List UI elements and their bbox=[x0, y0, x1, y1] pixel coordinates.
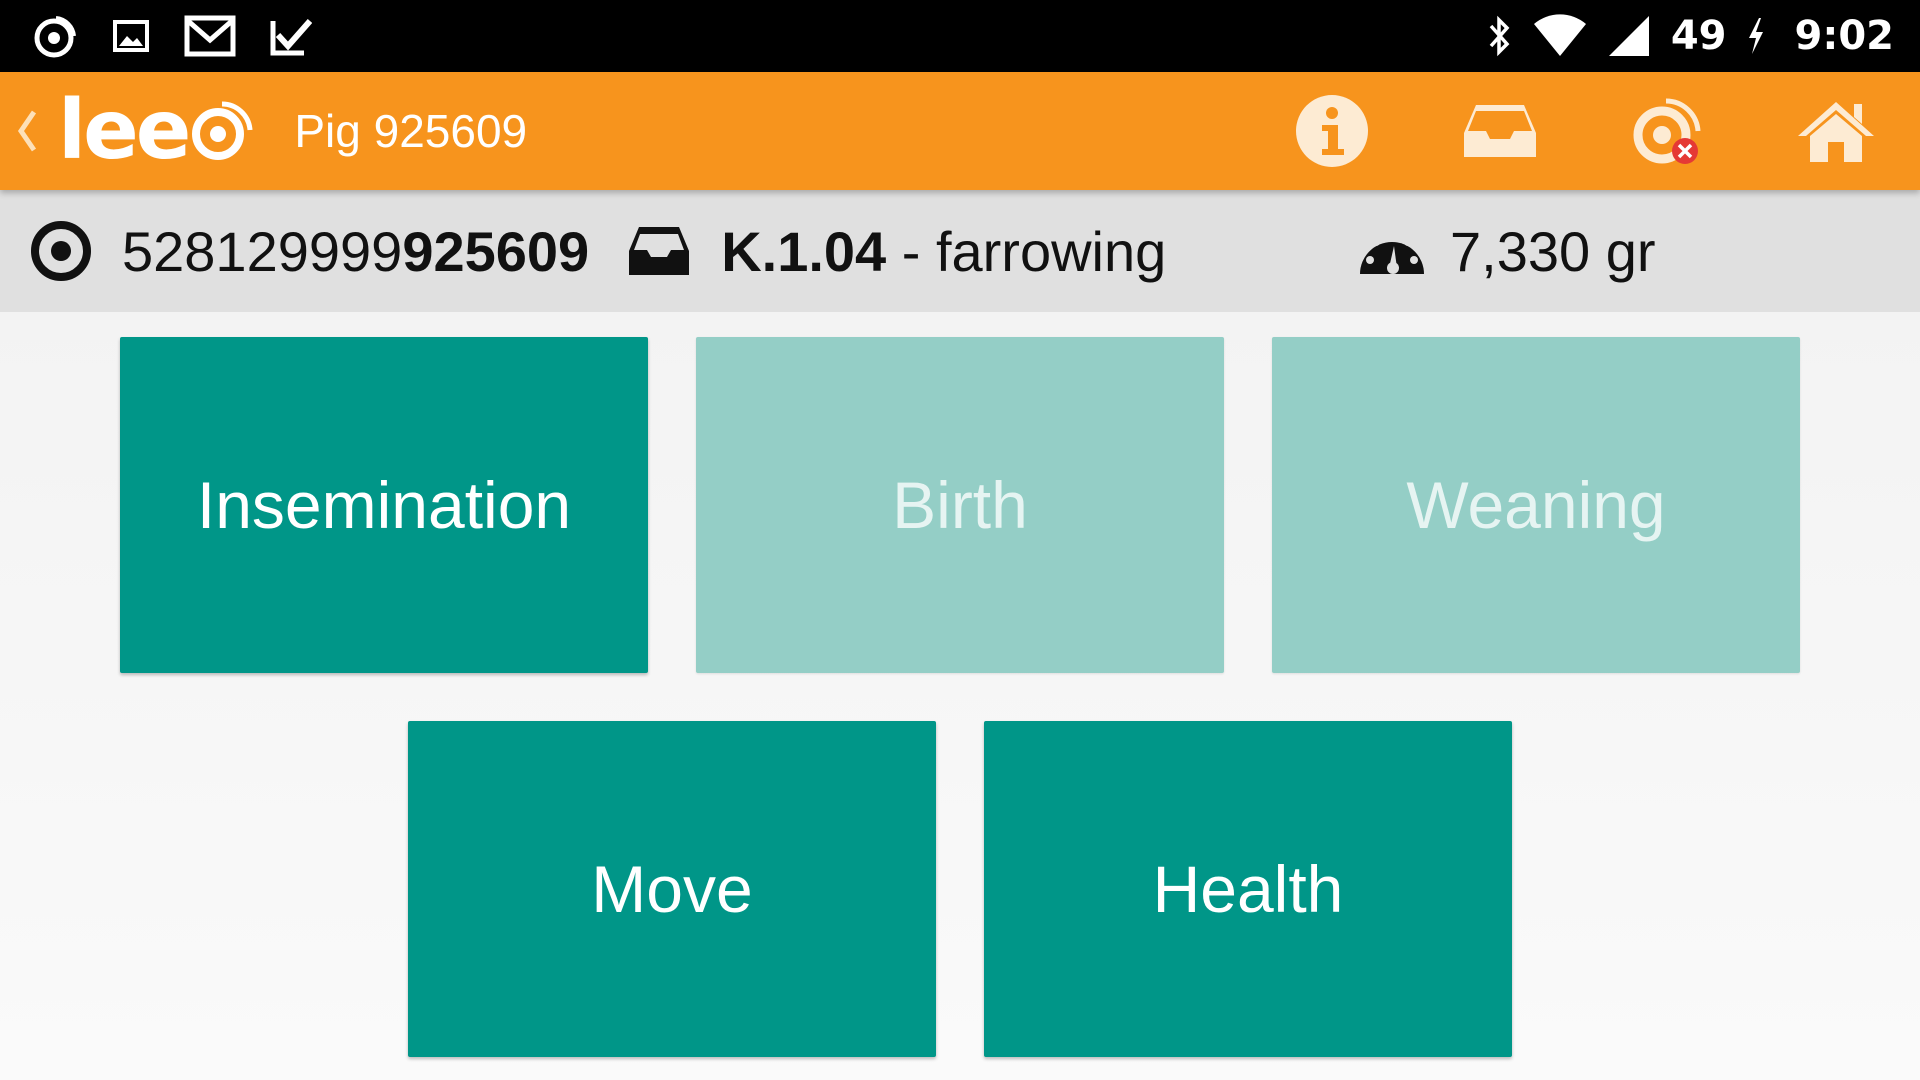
weight-value: 7,330 gr bbox=[1450, 219, 1656, 283]
logo-signal-icon bbox=[192, 101, 253, 160]
birth-button: Birth bbox=[696, 337, 1224, 673]
pen-description: - farrowing bbox=[886, 219, 1167, 283]
animal-info-strip: 528129999925609 K.1.04 - farrowing 7,330… bbox=[0, 190, 1920, 312]
gmail-icon bbox=[184, 14, 236, 58]
bluetooth-icon bbox=[1487, 14, 1513, 58]
tag-number-suffix: 925609 bbox=[402, 219, 590, 283]
app-logo: lee bbox=[58, 90, 256, 172]
page-title: Pig 925609 bbox=[294, 105, 528, 157]
notification-icons bbox=[0, 12, 312, 60]
inbox-button[interactable] bbox=[1416, 72, 1584, 190]
home-icon bbox=[1798, 102, 1874, 162]
action-tiles: Insemination Birth Weaning Move Health bbox=[0, 312, 1920, 1080]
pen-label: K.1.04 - farrowing bbox=[721, 219, 1166, 284]
home-button[interactable] bbox=[1752, 72, 1920, 190]
health-button[interactable]: Health bbox=[984, 721, 1512, 1057]
tag-number-prefix: 528129999 bbox=[122, 219, 403, 283]
app-bar: lee Pig 925609 bbox=[0, 72, 1920, 190]
wifi-icon bbox=[1533, 14, 1587, 58]
rfid-disconnected-icon bbox=[1633, 98, 1701, 164]
charging-icon bbox=[1747, 18, 1765, 54]
logo-text: lee bbox=[58, 83, 191, 178]
pen-location: K.1.04 - farrowing bbox=[627, 219, 1166, 284]
pen-code: K.1.04 bbox=[721, 219, 887, 283]
tag-number: 528129999925609 bbox=[122, 219, 589, 284]
clock: 9:02 bbox=[1794, 13, 1895, 59]
back-button[interactable] bbox=[12, 101, 42, 161]
insemination-button[interactable]: Insemination bbox=[120, 337, 648, 673]
weaning-button: Weaning bbox=[1272, 337, 1800, 673]
chevron-left-icon bbox=[17, 110, 37, 152]
rfid-reader-button[interactable] bbox=[1584, 72, 1752, 190]
inbox-icon bbox=[629, 227, 690, 275]
app-actions bbox=[1248, 72, 1920, 190]
move-button[interactable]: Move bbox=[408, 721, 936, 1057]
task-done-icon bbox=[270, 15, 312, 57]
battery-level: 49 bbox=[1670, 13, 1727, 59]
ear-tag-id: 528129999925609 bbox=[30, 219, 589, 284]
leeo-notification-icon bbox=[30, 12, 78, 60]
scale-gauge-icon bbox=[1360, 230, 1424, 274]
target-icon bbox=[31, 221, 91, 281]
system-status: 49 9:02 bbox=[1487, 13, 1920, 59]
status-bar: 49 9:02 bbox=[0, 0, 1920, 72]
image-icon bbox=[112, 17, 150, 55]
cell-signal-icon bbox=[1607, 14, 1651, 58]
weight-info: 7,330 gr bbox=[1356, 219, 1656, 284]
inbox-icon bbox=[1464, 105, 1536, 157]
info-icon bbox=[1296, 95, 1368, 167]
info-button[interactable] bbox=[1248, 72, 1416, 190]
